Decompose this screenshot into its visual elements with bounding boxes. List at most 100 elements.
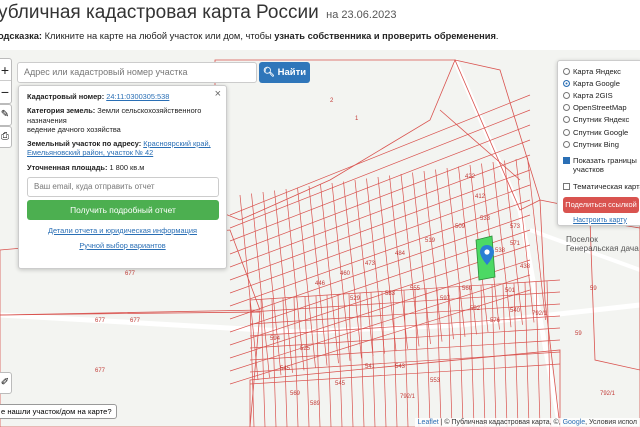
- print-icon[interactable]: ⎙: [0, 126, 12, 148]
- parcel-number[interactable]: 555: [410, 286, 421, 292]
- parcel-number[interactable]: 543: [395, 364, 406, 370]
- parcel-number[interactable]: 597: [440, 296, 451, 302]
- layer-radio[interactable]: [563, 116, 570, 124]
- parcel-number[interactable]: 460: [340, 271, 351, 277]
- parcel-number[interactable]: 59: [575, 331, 582, 337]
- cadastral-map[interactable]: 67767767767767712792/1792/1792/159595385…: [0, 50, 640, 427]
- parcel-number[interactable]: 569: [290, 391, 301, 397]
- show-borders-checkbox[interactable]: [563, 157, 570, 165]
- parcel-boundary: [524, 282, 530, 427]
- layer-option[interactable]: Спутник Bing: [563, 138, 637, 150]
- attribution-google-link[interactable]: Google: [563, 419, 586, 426]
- poi-label: Поселок Генеральская дача: [566, 235, 639, 254]
- parcel-boundary: [308, 185, 328, 366]
- parcel-number[interactable]: 446: [315, 281, 326, 287]
- parcel-number[interactable]: 594: [270, 336, 281, 342]
- thematic-option[interactable]: Тематическая карта: [563, 180, 640, 192]
- pencil-icon[interactable]: ✎: [0, 104, 12, 126]
- layer-option[interactable]: Спутник Google: [563, 126, 637, 138]
- parcel-number[interactable]: 792/1: [400, 394, 416, 400]
- parcel-number[interactable]: 560: [462, 286, 473, 292]
- draw-icon[interactable]: ✐: [0, 372, 12, 394]
- zoom-out-button[interactable]: −: [0, 81, 11, 103]
- layer-option[interactable]: Карта Яндекс: [563, 65, 637, 77]
- not-found-button[interactable]: е нашли участок/дом на карте?: [0, 404, 117, 419]
- parcel-number[interactable]: 501: [505, 288, 516, 294]
- page-title-text: убличная кадастровая карта России: [0, 2, 319, 23]
- layer-option-label: Спутник Яндекс: [573, 115, 630, 125]
- parcel-number[interactable]: 2: [330, 98, 334, 104]
- parcel-number[interactable]: 677: [95, 368, 106, 374]
- thematic-checkbox[interactable]: [563, 182, 570, 190]
- email-input[interactable]: Ваш email, куда отправить отчет: [27, 176, 219, 197]
- parcel-number[interactable]: 677: [130, 318, 141, 324]
- layer-radio[interactable]: [563, 79, 570, 87]
- parcel-number[interactable]: 59: [590, 286, 597, 292]
- land-category-row: Категория земель: Земли сельскохозяйстве…: [27, 106, 218, 134]
- parcel-number[interactable]: 573: [510, 224, 521, 230]
- layer-radio[interactable]: [563, 67, 570, 75]
- parcel-number[interactable]: 519: [425, 238, 436, 244]
- address-label: Земельный участок по адресу:: [27, 139, 142, 148]
- parcel-boundary: [414, 289, 420, 427]
- parcel-number[interactable]: 533: [480, 216, 491, 222]
- parcel-number[interactable]: 473: [365, 261, 376, 267]
- manual-selection-link[interactable]: Ручной выбор вариантов: [79, 241, 165, 250]
- parcel-number[interactable]: 792/1: [600, 391, 616, 397]
- layer-option[interactable]: OpenStreetMap: [563, 102, 637, 114]
- parcel-number[interactable]: 1: [355, 116, 359, 122]
- cadastral-number-link[interactable]: 24:11:0300305:538: [106, 92, 169, 101]
- close-icon[interactable]: ×: [215, 88, 221, 100]
- parcel-number[interactable]: 540: [510, 308, 521, 314]
- zoom-in-button[interactable]: +: [0, 59, 11, 81]
- parcel-number[interactable]: 545: [280, 366, 291, 372]
- layer-option[interactable]: Спутник Яндекс: [563, 114, 637, 126]
- parcel-number[interactable]: 541: [365, 364, 376, 370]
- parcel-number[interactable]: 538: [495, 248, 506, 254]
- search-button[interactable]: 🔍︎ Найти: [259, 62, 310, 83]
- parcel-number[interactable]: 529: [350, 296, 361, 302]
- parcel-boundary: [326, 295, 332, 427]
- parcel-number[interactable]: 589: [310, 401, 321, 407]
- layer-radio[interactable]: [563, 91, 570, 99]
- layer-radio[interactable]: [563, 104, 570, 112]
- parcel-number[interactable]: 553: [430, 378, 441, 384]
- parcel-boundary: [412, 172, 431, 345]
- get-report-button[interactable]: Получить подробный отчет: [27, 199, 219, 220]
- search-input[interactable]: Адрес или кадастровый номер участка: [17, 62, 257, 83]
- layer-option-label: Спутник Bing: [573, 139, 619, 149]
- cadastral-number-row: Кадастровый номер: 24:11:0300305:538: [27, 92, 218, 101]
- layer-radio[interactable]: [563, 140, 570, 148]
- layer-option-label: Карта 2GIS: [573, 90, 613, 100]
- parcel-boundary: [348, 293, 354, 427]
- cadastral-number-label: Кадастровый номер:: [27, 92, 105, 101]
- hint-end: .: [495, 31, 499, 41]
- parcel-number[interactable]: 525: [300, 346, 311, 352]
- attribution-leaflet-link[interactable]: Leaflet: [418, 419, 439, 426]
- report-details-link[interactable]: Детали отчета и юридическая информация: [48, 226, 197, 235]
- layer-option[interactable]: Карта 2GIS: [563, 89, 637, 101]
- parcel-number[interactable]: 509: [455, 224, 466, 230]
- parcel-number[interactable]: 545: [335, 381, 346, 387]
- parcel-number[interactable]: 571: [510, 241, 521, 247]
- show-borders-option[interactable]: Показать границы участков: [563, 156, 637, 178]
- share-link-button[interactable]: Поделиться ссылкой: [563, 196, 639, 213]
- parcel-number[interactable]: 422: [465, 174, 476, 180]
- parcel-number[interactable]: 792/1: [532, 311, 548, 317]
- layer-switcher: Карта Яндекс Карта Google Карта 2GIS OpenSt…: [557, 60, 640, 226]
- layer-option[interactable]: Карта Google: [563, 77, 637, 89]
- setup-map-link[interactable]: Настроить карту: [563, 217, 637, 224]
- parcel-number[interactable]: 576: [490, 318, 501, 324]
- parcel-boundary: [229, 124, 531, 242]
- parcel-number[interactable]: 677: [95, 318, 106, 324]
- parcel-number[interactable]: 412: [475, 194, 486, 200]
- parcel-boundary: [446, 167, 466, 337]
- parcel-number[interactable]: 583: [385, 291, 396, 297]
- location-pin-icon[interactable]: [480, 245, 494, 265]
- parcel-number[interactable]: 484: [395, 251, 406, 257]
- layer-radio[interactable]: [563, 128, 570, 136]
- parcel-number[interactable]: 592: [470, 306, 481, 312]
- parcel-number[interactable]: 677: [125, 271, 136, 277]
- parcel-boundary: [392, 290, 398, 427]
- parcel-number[interactable]: 438: [520, 264, 531, 270]
